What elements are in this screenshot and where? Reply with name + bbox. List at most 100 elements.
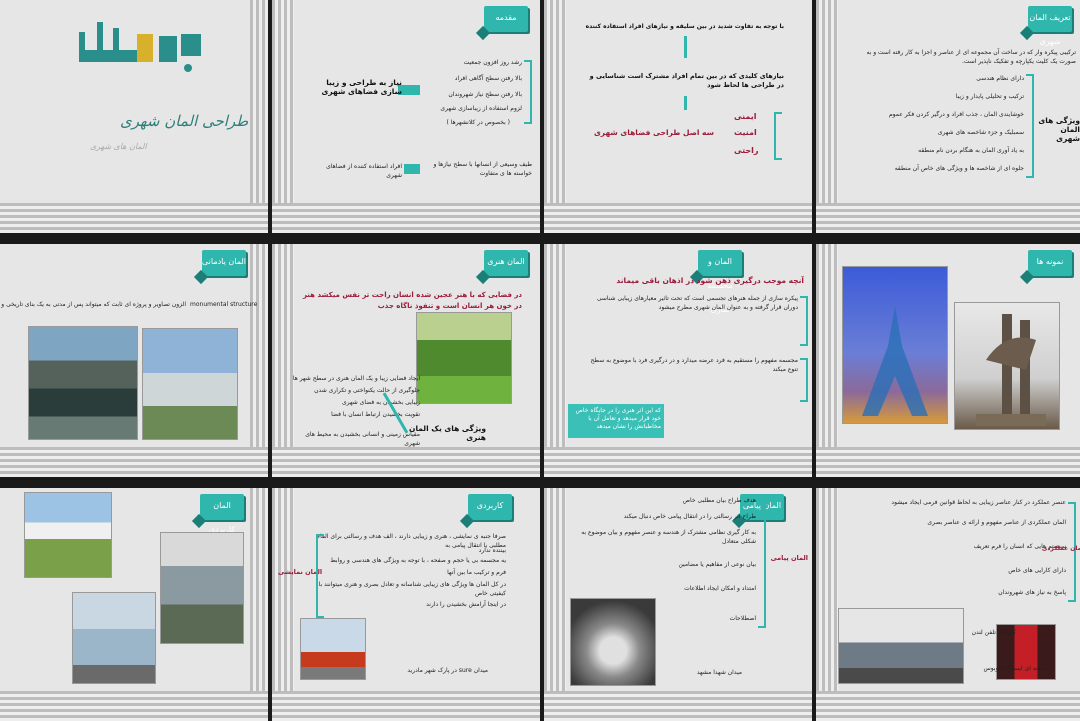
feature-item: جلوه ای از شاخصه ها و ویژگی های خاص آن م… [894, 165, 1024, 172]
slide-12[interactable]: عنصر عملکرد در کنار عناصر زیبایی به لحاظ… [816, 488, 1080, 721]
art-line: ایجاد فضایی زیبا و یک المان هنری در سطح … [292, 375, 420, 382]
stripe-decoration [250, 0, 268, 233]
three-principles-title: سه اصل طراحی فضاهای شهری [593, 128, 714, 137]
slide-7[interactable]: المان و مجسمه سازی آنچه موجب درگیری ذهن … [544, 244, 812, 477]
feature-item: به یاد آوری المان به هنگام بردن نام منطق… [918, 147, 1024, 154]
art-heading: در فضایی که با هنر عجین شده انسان راحت ت… [302, 291, 522, 310]
feature-item: سمبلیک و جزء شاخصه های شهری [937, 129, 1024, 136]
sculpture-paragraph-2: مجسمه مفهوم را مستقیم به فرد عرضه میدارد… [590, 357, 798, 373]
memorial-fountain-photo [28, 326, 138, 440]
message-line: هدف طراح بیان مطلبی خاص [682, 497, 756, 504]
slide-8[interactable]: نمونه ها [816, 244, 1080, 477]
stripe-decoration [544, 203, 812, 233]
slide-10[interactable]: کاربردی صرفا جنبه ی نمایشی ، هنری و زیبا… [272, 488, 540, 721]
tube-bus-stop-photo [838, 608, 964, 684]
principle: ایمنی [734, 112, 757, 121]
spectrum-text: طیف وسیعی از انسانها با سطح نیازها و خوا… [433, 161, 532, 177]
slide-9[interactable]: المان کاربردی [0, 488, 268, 721]
bracket [316, 534, 324, 618]
bus-stop-photo [72, 592, 156, 684]
slide-3[interactable]: با توجه به تفاوت شدید در بین سلیقه و نیا… [544, 0, 812, 233]
slide-2[interactable]: مقدمه رشد روز افزون جمعیت بالا رفتن سطح … [272, 0, 540, 233]
stripe-decoration [816, 0, 838, 233]
down-arrow-icon [684, 36, 687, 58]
intro-line: رشد روز افزون جمعیت [463, 59, 522, 66]
presentation-subtitle: المان های شهری [90, 142, 147, 151]
slide-4[interactable]: تعریف المان شهری ترکیبی پیکره وار که در … [816, 0, 1080, 233]
slide-grid: طراحی المان شهری المان های شهری مقدمه رش… [0, 0, 1080, 721]
highlight-box: که این اثر هنری را در جایگاه خاص خود قرا… [568, 404, 664, 438]
slide-tag: نمونه ها [1028, 250, 1072, 276]
message-element-heading: المان پیامی [770, 554, 808, 562]
stripe-decoration [272, 203, 540, 233]
sculpture-garden-photo [416, 312, 512, 404]
principle: راحتی [734, 146, 759, 155]
art-features-heading: ویژگی های یک المان هنری [409, 424, 486, 442]
arrow-icon [404, 164, 420, 174]
slide-1[interactable]: طراحی المان شهری المان های شهری [0, 0, 268, 233]
slide-6[interactable]: المان هنری در فضایی که با هنر عجین شده ا… [272, 244, 540, 477]
display-line: بیننده ندارد [478, 547, 506, 554]
message-line: بیان نوعی از مفاهیم یا مضامین [678, 561, 756, 568]
difference-text: با توجه به تفاوت شدید در بین سلیقه و نیا… [585, 23, 784, 30]
slide-11[interactable]: المان پیامی هدف طراح بیان مطلبی خاص طراح… [544, 488, 812, 721]
bracket [800, 296, 808, 346]
display-line: در اینجا آرامش بخشیدن را دارند [426, 601, 506, 608]
users-text: افراد استفاده کننده از فضاهای شهری [326, 163, 402, 179]
display-line: یه مجسمه بی یا حجم و صفحه ، با توجه به و… [330, 557, 506, 564]
need-text: نیاز به طراحی و زیبا سازی فضاهای شهری [321, 78, 402, 96]
red-sculpture-photo [300, 618, 366, 680]
canopy-structure-photo [160, 532, 244, 644]
bracket [758, 498, 766, 628]
monument-text: الزون تصاویر و پروژه ای ثابت که میتواند … [0, 301, 186, 308]
tower-silhouette-icon [862, 306, 928, 416]
key-needs-text: نیازهای کلیدی که در بین تمام افراد مشترک… [589, 72, 784, 89]
feature-item: خوشایندی المان ، جذب افراد و درگیر کردن … [888, 111, 1024, 118]
message-line: طراح اثر رسالتی را در انتقال پیامی خاص د… [623, 513, 756, 520]
bracket [800, 358, 808, 402]
presentation-title: طراحی المان شهری [120, 112, 249, 130]
photo-caption: میدان شهدا مشهد [696, 669, 742, 676]
stripe-decoration [544, 691, 812, 721]
stripe-decoration [816, 488, 838, 721]
white-arches-photo [24, 492, 112, 578]
principle: امنیت [734, 128, 757, 137]
function-element-heading: المان عملکردی [1041, 545, 1080, 552]
stripe-decoration [272, 691, 540, 721]
intro-line: لزوم استفاده از زیباسازی شهری [440, 105, 522, 112]
definition-text: ترکیبی پیکره وار که در ساخت آن مجموعه ای… [866, 49, 1076, 65]
sculpture-paragraph-1: پیکره سازی از جمله هنرهای تجسمی است که ت… [596, 295, 798, 311]
photo-caption: کیوسک تلفن لندن [971, 629, 1016, 636]
stripe-decoration [272, 447, 540, 477]
monument-photo [142, 328, 238, 440]
stripe-decoration [272, 0, 294, 233]
stripe-decoration [0, 447, 268, 477]
stripe-decoration [816, 244, 838, 477]
intro-line: بالا رفتن سطح آگاهی افراد [454, 75, 522, 82]
message-line: امتداد و امکان ایجاد اطلاعات [684, 585, 756, 592]
stripe-decoration [544, 447, 812, 477]
slide-5[interactable]: المان یادمانی الزون تصاویر و پروژه ای ثا… [0, 244, 268, 477]
art-line: جلوگیری از حالت یکنواختی و تکراری شدن [314, 387, 420, 394]
function-line: عنصر عملکرد در کنار عناصر زیبایی به لحاظ… [891, 499, 1066, 506]
message-line: به کار گیری نظامی مشترک از هندسه و عنصر … [581, 529, 756, 545]
art-line: مقیاس زمینی و انسانی بخشیدن به محیط های … [305, 431, 420, 447]
sculpture-silhouette-icon [976, 314, 1046, 426]
slide-tag: کاربردی [468, 494, 512, 520]
function-line: سیستم هایی که انسان را فرم تعریف [973, 543, 1066, 550]
stripe-decoration [544, 488, 566, 721]
stripe-decoration [544, 0, 566, 233]
intro-line: بالا رفتن سطح نیاز شهروندان [448, 91, 522, 98]
art-line: تقویت بخشیدن ارتباط انسان با فضا [331, 411, 420, 418]
feature-item: دارای نظام هندسی [976, 75, 1024, 82]
display-line: در کل المان ها ویژگی های زیبایی شناسانه … [318, 581, 506, 597]
function-line: دارای کارایی های خاص [1008, 567, 1066, 574]
art-line: زیبایی بخشیدن به فضای شهری [341, 399, 420, 406]
photo-caption: میدان sure در پارک شهر مادرید [407, 667, 488, 674]
bracket [1026, 74, 1034, 178]
bismillah-logo [79, 22, 201, 72]
stripe-decoration [0, 203, 268, 233]
intro-line: ( بخصوص در کلانشهرها ) [446, 119, 510, 126]
feature-item: ترکیب و تحلیلی پایدار و زیبا [955, 93, 1024, 100]
stripe-decoration [0, 691, 268, 721]
